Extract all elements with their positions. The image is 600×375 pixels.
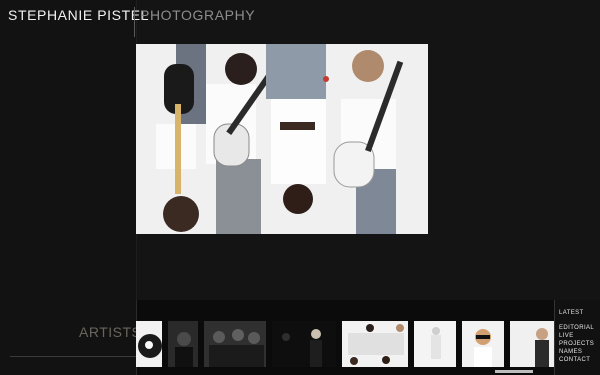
performer-dark-icon [272,321,336,367]
horizontal-scrollbar[interactable] [495,370,533,373]
thumbnail-2[interactable] [168,321,198,367]
site-logo[interactable]: STEPHANIE PISTEL PHOTOGRAPHY [8,7,255,37]
hero-photo[interactable] [136,44,428,234]
menu-projects[interactable]: PROJECTS [559,341,594,347]
menu-contact[interactable]: CONTACT [559,357,590,363]
section-rule [10,356,136,357]
group-dark-icon [204,321,266,367]
band-upside-down-icon [342,321,408,367]
sidebar: STEPHANIE PISTEL PHOTOGRAPHY ARTISTS [0,0,255,375]
thumbnail-6[interactable] [414,321,456,367]
menu-editorial[interactable]: EDITORIAL [559,325,594,331]
section-title: ARTISTS [79,324,142,340]
suit-man-icon [510,321,558,367]
thumbnail-3[interactable] [204,321,266,367]
menu-names[interactable]: NAMES [559,349,582,355]
menu-latest[interactable]: LATEST [559,310,584,316]
brand-divider [134,7,135,37]
thumbnail-1[interactable] [136,321,162,367]
portrait-hand-icon [136,321,162,367]
navigation-menu: LATEST EDITORIAL LIVE PROJECTS NAMES CON… [554,300,600,375]
brand-section: PHOTOGRAPHY [140,7,256,23]
thumbnail-5[interactable] [342,321,408,367]
menu-live[interactable]: LIVE [559,333,574,339]
sunglasses-man-icon [462,321,504,367]
thumbnail-7[interactable] [462,321,504,367]
brand-name: STEPHANIE PISTEL [8,7,150,23]
dark-portrait-icon [168,321,198,367]
thumbnail-4[interactable] [272,321,336,367]
band-photo-image [136,44,428,234]
dancer-white-icon [414,321,456,367]
thumbnail-strip [136,321,558,367]
thumbnail-8[interactable] [510,321,558,367]
